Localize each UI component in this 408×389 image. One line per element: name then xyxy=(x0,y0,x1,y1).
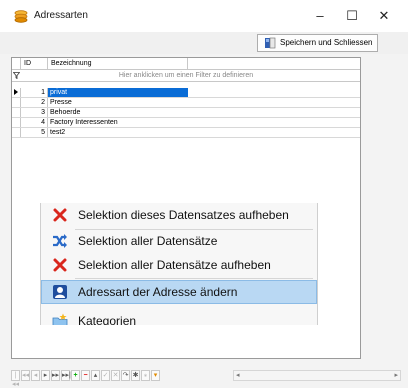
cell-bezeichnung[interactable]: Factory Interessenten xyxy=(48,118,188,127)
row-indicator xyxy=(12,118,21,127)
minimize-button[interactable]: – xyxy=(308,4,332,28)
nav-insert-button[interactable]: + xyxy=(71,370,80,381)
menu-item-label: Adressart der Adresse ändern xyxy=(78,285,238,299)
cell-bezeichnung[interactable]: Presse xyxy=(48,98,188,107)
menu-item-label: Kategorien xyxy=(78,314,137,325)
cell-bezeichnung[interactable]: test2 xyxy=(48,128,188,137)
nav-refresh-button[interactable]: ↷ xyxy=(121,370,130,381)
nav-goto-bookmark-button[interactable]: ⁎ xyxy=(141,370,150,381)
row-indicator xyxy=(12,128,21,137)
save-and-close-button[interactable]: Speichern und Schliessen xyxy=(257,34,378,52)
nav-prev-page-button[interactable]: ◂◂ xyxy=(21,370,30,381)
red-x-icon xyxy=(53,258,67,272)
red-x-icon xyxy=(53,208,67,222)
menu-item-change-address-type[interactable]: Adressart der Adresse ändern xyxy=(41,280,317,304)
table-row[interactable]: 1 privat xyxy=(12,88,360,98)
save-close-icon xyxy=(265,37,276,49)
grid-rows: 1 privat 2 Presse 3 Behoerde 4 Factory I… xyxy=(12,88,360,138)
row-indicator xyxy=(12,98,21,107)
window-title: Adressarten xyxy=(34,10,88,21)
horizontal-scrollbar[interactable]: ◂ ▸ xyxy=(233,370,401,381)
nav-next-button[interactable]: ▸ xyxy=(41,370,50,381)
menu-separator xyxy=(75,278,313,279)
cell-id[interactable]: 1 xyxy=(21,88,48,97)
nav-post-button[interactable]: ✓ xyxy=(101,370,110,381)
cell-id[interactable]: 2 xyxy=(21,98,48,107)
menu-item-deselect-record[interactable]: Selektion dieses Datensatzes aufheben xyxy=(41,203,317,227)
scroll-right-icon[interactable]: ▸ xyxy=(394,371,398,380)
window: Adressarten – ☐ ✕ Speichern und Schliess… xyxy=(0,0,408,388)
shuffle-arrows-icon xyxy=(53,234,67,248)
maximize-button[interactable]: ☐ xyxy=(340,4,364,28)
title-bar: Adressarten – ☐ ✕ xyxy=(0,0,408,32)
row-indicator xyxy=(12,88,21,97)
folder-star-icon xyxy=(52,313,68,325)
table-row[interactable]: 5 test2 xyxy=(12,128,360,138)
menu-item-categories[interactable]: Kategorien xyxy=(41,309,317,325)
user-badge-icon xyxy=(53,285,67,299)
nav-filter-button[interactable]: ▾ xyxy=(151,370,160,381)
nav-first-page-button[interactable]: |◂◂ xyxy=(11,370,20,388)
nav-prev-button[interactable]: ◂ xyxy=(31,370,40,381)
table-row[interactable]: 2 Presse xyxy=(12,98,360,108)
column-header-bezeichnung[interactable]: Bezeichnung xyxy=(48,58,188,69)
close-button[interactable]: ✕ xyxy=(372,4,396,28)
nav-last-button[interactable]: ▸▸| xyxy=(61,370,71,381)
cell-id[interactable]: 3 xyxy=(21,108,48,117)
nav-bookmark-button[interactable]: ✱ xyxy=(131,370,140,381)
table-row[interactable]: 4 Factory Interessenten xyxy=(12,118,360,128)
record-navigator: |◂◂ ◂◂ ◂ ▸ ▸▸ ▸▸| + − ▴ ✓ ✕ ↷ ✱ ⁎ ▾ ◂ ▸ xyxy=(11,370,401,388)
nav-next-page-button[interactable]: ▸▸ xyxy=(51,370,60,381)
menu-item-label: Selektion aller Datensätze aufheben xyxy=(78,258,271,272)
grid-header: ID Bezeichnung xyxy=(12,58,360,70)
nav-edit-button[interactable]: ▴ xyxy=(91,370,100,381)
menu-item-select-all[interactable]: Selektion aller Datensätze xyxy=(41,229,317,253)
filter-row[interactable]: Hier anklicken um einen Filter zu defini… xyxy=(12,70,360,82)
app-stack-icon xyxy=(14,10,28,23)
cell-bezeichnung[interactable]: Behoerde xyxy=(48,108,188,117)
row-indicator xyxy=(12,108,21,117)
toolbar: Speichern und Schliessen xyxy=(0,32,408,54)
menu-item-deselect-all[interactable]: Selektion aller Datensätze aufheben xyxy=(41,253,317,277)
menu-item-label: Selektion aller Datensätze xyxy=(78,234,218,248)
nav-cancel-button[interactable]: ✕ xyxy=(111,370,120,381)
table-row[interactable]: 3 Behoerde xyxy=(12,108,360,118)
menu-item-label: Selektion dieses Datensatzes aufheben xyxy=(78,208,289,222)
filter-placeholder: Hier anklicken um einen Filter zu defini… xyxy=(118,72,254,79)
save-and-close-label: Speichern und Schliessen xyxy=(280,38,373,47)
cell-bezeichnung[interactable]: privat xyxy=(48,88,188,97)
cell-id[interactable]: 5 xyxy=(21,128,48,137)
nav-delete-button[interactable]: − xyxy=(81,370,90,381)
context-menu: Selektion dieses Datensatzes aufheben Se… xyxy=(40,203,318,325)
current-row-pointer-icon xyxy=(14,89,18,95)
cell-id[interactable]: 4 xyxy=(21,118,48,127)
column-header-id[interactable]: ID xyxy=(21,58,48,69)
scroll-left-icon[interactable]: ◂ xyxy=(236,371,240,380)
row-indicator-header xyxy=(12,58,21,69)
